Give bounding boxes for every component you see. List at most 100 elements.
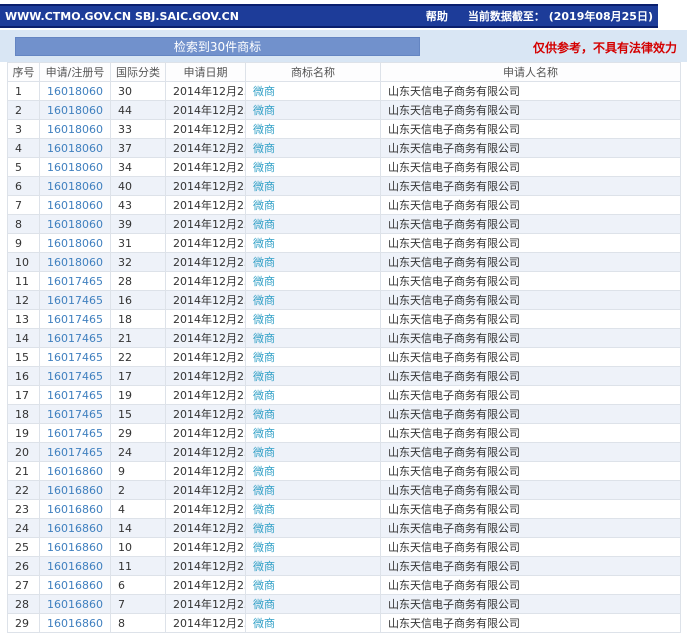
trademark-name-link[interactable]: 微商	[253, 294, 275, 307]
trademark-name-link[interactable]: 微商	[253, 256, 275, 269]
cell-index: 8	[8, 215, 40, 234]
table-cell: 微商	[246, 158, 381, 177]
trademark-name-link[interactable]: 微商	[253, 142, 275, 155]
cell-apply-date: 2014年12月25日	[166, 158, 246, 177]
reg-number-link[interactable]: 16018060	[47, 123, 103, 136]
column-header-applicant-name: 申请人名称	[381, 63, 681, 82]
trademark-name-link[interactable]: 微商	[253, 218, 275, 231]
reg-number-link[interactable]: 16016860	[47, 560, 103, 573]
search-result-band: 检索到30件商标 仅供参考，不具有法律效力	[0, 30, 687, 62]
table-cell: 16018060	[40, 158, 111, 177]
trademark-name-link[interactable]: 微商	[253, 598, 275, 611]
table-cell: 微商	[246, 443, 381, 462]
reg-number-link[interactable]: 16018060	[47, 180, 103, 193]
reg-number-link[interactable]: 16018060	[47, 142, 103, 155]
trademark-name-link[interactable]: 微商	[253, 408, 275, 421]
cell-apply-date: 2014年12月25日	[166, 614, 246, 633]
trademark-name-link[interactable]: 微商	[253, 104, 275, 117]
cell-intl-class: 34	[111, 158, 166, 177]
cell-apply-date: 2014年12月25日	[166, 405, 246, 424]
reg-number-link[interactable]: 16017465	[47, 427, 103, 440]
top-navy-bar: WWW.CTMO.GOV.CN SBJ.SAIC.GOV.CN 帮助 当前数据截…	[0, 4, 658, 28]
result-count-button[interactable]: 检索到30件商标	[15, 37, 420, 56]
trademark-name-link[interactable]: 微商	[253, 617, 275, 630]
trademark-name-link[interactable]: 微商	[253, 332, 275, 345]
cell-apply-date: 2014年12月25日	[166, 500, 246, 519]
help-link[interactable]: 帮助	[426, 8, 448, 24]
table-cell: 微商	[246, 367, 381, 386]
table-cell: 16016860	[40, 557, 111, 576]
cell-intl-class: 22	[111, 348, 166, 367]
reg-number-link[interactable]: 16017465	[47, 446, 103, 459]
reg-number-link[interactable]: 16017465	[47, 332, 103, 345]
cell-apply-date: 2014年12月25日	[166, 576, 246, 595]
site-url-title: WWW.CTMO.GOV.CN SBJ.SAIC.GOV.CN	[5, 10, 239, 23]
trademark-name-link[interactable]: 微商	[253, 85, 275, 98]
reg-number-link[interactable]: 16016860	[47, 598, 103, 611]
trademark-name-link[interactable]: 微商	[253, 199, 275, 212]
trademark-name-link[interactable]: 微商	[253, 560, 275, 573]
table-row: 316018060332014年12月25日微商山东天信电子商务有限公司	[8, 120, 681, 139]
cell-applicant-name: 山东天信电子商务有限公司	[381, 576, 681, 595]
table-cell: 微商	[246, 519, 381, 538]
trademark-name-link[interactable]: 微商	[253, 123, 275, 136]
reg-number-link[interactable]: 16018060	[47, 256, 103, 269]
reg-number-link[interactable]: 16016860	[47, 484, 103, 497]
trademark-name-link[interactable]: 微商	[253, 427, 275, 440]
reg-number-link[interactable]: 16017465	[47, 294, 103, 307]
table-cell: 微商	[246, 272, 381, 291]
cell-applicant-name: 山东天信电子商务有限公司	[381, 348, 681, 367]
trademark-name-link[interactable]: 微商	[253, 161, 275, 174]
trademark-name-link[interactable]: 微商	[253, 370, 275, 383]
cell-index: 21	[8, 462, 40, 481]
table-row: 816018060392014年12月25日微商山东天信电子商务有限公司	[8, 215, 681, 234]
cell-intl-class: 18	[111, 310, 166, 329]
trademark-name-link[interactable]: 微商	[253, 389, 275, 402]
trademark-name-link[interactable]: 微商	[253, 237, 275, 250]
cell-index: 6	[8, 177, 40, 196]
trademark-name-link[interactable]: 微商	[253, 503, 275, 516]
reg-number-link[interactable]: 16016860	[47, 465, 103, 478]
trademark-name-link[interactable]: 微商	[253, 579, 275, 592]
cell-index: 26	[8, 557, 40, 576]
reg-number-link[interactable]: 16017465	[47, 408, 103, 421]
reg-number-link[interactable]: 16018060	[47, 218, 103, 231]
trademark-name-link[interactable]: 微商	[253, 446, 275, 459]
data-cutoff-label: 当前数据截至： (2019年08月25日)	[468, 8, 653, 24]
cell-apply-date: 2014年12月25日	[166, 538, 246, 557]
reg-number-link[interactable]: 16017465	[47, 370, 103, 383]
reg-number-link[interactable]: 16018060	[47, 85, 103, 98]
cell-index: 12	[8, 291, 40, 310]
table-cell: 微商	[246, 462, 381, 481]
table-cell: 16017465	[40, 291, 111, 310]
cell-intl-class: 28	[111, 272, 166, 291]
reg-number-link[interactable]: 16017465	[47, 351, 103, 364]
reg-number-link[interactable]: 16018060	[47, 161, 103, 174]
trademark-name-link[interactable]: 微商	[253, 180, 275, 193]
reg-number-link[interactable]: 16016860	[47, 617, 103, 630]
cell-index: 14	[8, 329, 40, 348]
trademark-name-link[interactable]: 微商	[253, 313, 275, 326]
cell-index: 28	[8, 595, 40, 614]
reg-number-link[interactable]: 16016860	[47, 579, 103, 592]
table-cell: 微商	[246, 614, 381, 633]
reg-number-link[interactable]: 16017465	[47, 389, 103, 402]
reg-number-link[interactable]: 16018060	[47, 199, 103, 212]
reg-number-link[interactable]: 16016860	[47, 541, 103, 554]
reg-number-link[interactable]: 16017465	[47, 275, 103, 288]
trademark-name-link[interactable]: 微商	[253, 541, 275, 554]
reg-number-link[interactable]: 16016860	[47, 522, 103, 535]
cell-index: 2	[8, 101, 40, 120]
cell-intl-class: 15	[111, 405, 166, 424]
cell-index: 24	[8, 519, 40, 538]
reg-number-link[interactable]: 16016860	[47, 503, 103, 516]
trademark-name-link[interactable]: 微商	[253, 275, 275, 288]
trademark-name-link[interactable]: 微商	[253, 484, 275, 497]
trademark-name-link[interactable]: 微商	[253, 522, 275, 535]
trademark-name-link[interactable]: 微商	[253, 351, 275, 364]
reg-number-link[interactable]: 16017465	[47, 313, 103, 326]
table-row: 221601686022014年12月25日微商山东天信电子商务有限公司	[8, 481, 681, 500]
reg-number-link[interactable]: 16018060	[47, 237, 103, 250]
reg-number-link[interactable]: 16018060	[47, 104, 103, 117]
trademark-name-link[interactable]: 微商	[253, 465, 275, 478]
